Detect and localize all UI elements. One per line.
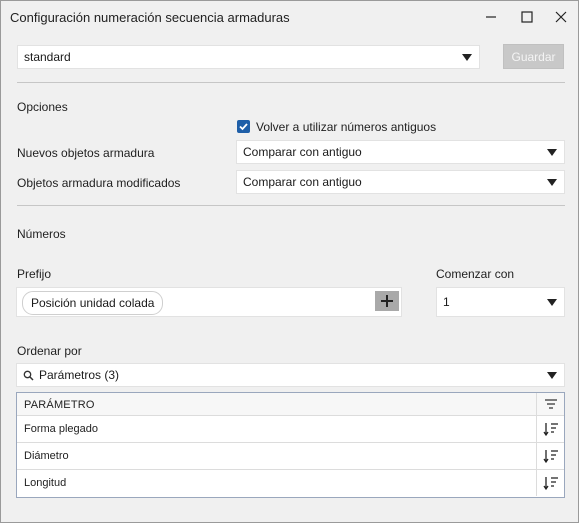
close-icon [555,11,567,23]
modified-objects-label: Objetos armadura modificados [17,176,181,190]
title-bar[interactable]: Configuración numeración secuencia armad… [1,1,578,33]
checkmark-icon [239,123,248,131]
start-label: Comenzar con [436,267,515,281]
table-row[interactable]: Forma plegado [17,416,564,443]
sort-selector-value: Parámetros (3) [39,368,120,382]
chevron-down-icon [462,54,472,61]
column-header-parameter[interactable]: PARÁMETRO [24,399,95,411]
sort-descending-icon [543,423,558,437]
reuse-numbers-label[interactable]: Volver a utilizar números antiguos [256,120,436,134]
table-row[interactable]: Diámetro [17,443,564,470]
reuse-numbers-checkbox[interactable] [237,120,250,133]
table-cell-parameter: Diámetro [24,450,69,462]
start-value: 1 [443,295,450,309]
dialog-window: Configuración numeración secuencia armad… [0,0,579,523]
new-objects-select[interactable]: Comparar con antiguo [236,140,565,164]
table-cell-parameter: Forma plegado [24,423,98,435]
table-cell-parameter: Longitud [24,477,67,489]
chevron-down-icon [547,179,557,186]
sort-options-button[interactable] [536,393,565,415]
plus-icon [381,295,393,307]
sort-direction-button[interactable] [536,443,565,469]
sort-descending-icon [543,450,558,464]
prefix-label: Prefijo [17,267,52,281]
sort-parameters-table: PARÁMETRO Forma plegado Diámetro Longitu… [16,392,565,498]
sort-direction-button[interactable] [536,416,565,442]
sort-label: Ordenar por [17,344,82,358]
save-button[interactable]: Guardar [503,44,564,69]
minimize-button[interactable] [474,1,508,33]
table-row[interactable]: Longitud [17,470,564,497]
new-objects-value: Comparar con antiguo [243,145,362,159]
numbers-heading: Números [17,227,66,241]
sort-parameters-select[interactable]: Parámetros (3) [16,363,565,387]
chevron-down-icon [547,149,557,156]
filter-lines-icon [545,399,557,409]
dialog-content: standard Guardar Opciones Volver a utili… [2,33,577,522]
preset-value: standard [24,50,71,64]
sort-descending-icon [543,477,558,491]
prefix-field[interactable]: Posición unidad colada [16,287,402,317]
window-title: Configuración numeración secuencia armad… [10,10,290,25]
maximize-icon [521,11,533,23]
new-objects-label: Nuevos objetos armadura [17,146,155,160]
add-prefix-button[interactable] [375,291,399,311]
modified-objects-value: Comparar con antiguo [243,175,362,189]
chevron-down-icon [547,299,557,306]
modified-objects-select[interactable]: Comparar con antiguo [236,170,565,194]
close-button[interactable] [544,1,578,33]
sort-direction-button[interactable] [536,470,565,496]
prefix-chip[interactable]: Posición unidad colada [22,291,164,315]
divider [17,82,565,83]
chevron-down-icon [547,372,557,379]
maximize-button[interactable] [510,1,544,33]
minimize-icon [486,16,496,18]
start-select[interactable]: 1 [436,287,565,317]
divider [17,205,565,206]
options-heading: Opciones [17,100,68,114]
table-header: PARÁMETRO [17,393,564,416]
preset-select[interactable]: standard [17,45,480,69]
search-icon [23,370,34,381]
